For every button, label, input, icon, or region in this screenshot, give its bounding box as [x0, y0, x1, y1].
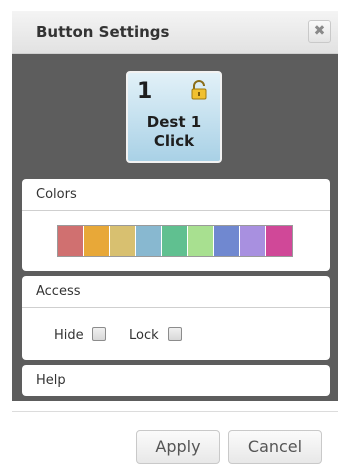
color-swatch-9[interactable] [266, 226, 292, 256]
close-icon: ✖ [313, 23, 326, 39]
color-swatch-7[interactable] [214, 226, 240, 256]
color-swatch-3[interactable] [110, 226, 136, 256]
apply-button[interactable]: Apply [136, 430, 220, 464]
hide-label: Hide [54, 328, 84, 343]
help-section: Help [22, 365, 330, 396]
button-preview[interactable]: 1 Dest 1 Click [126, 71, 222, 163]
color-swatch-8[interactable] [240, 226, 266, 256]
hide-checkbox[interactable] [92, 327, 106, 341]
color-swatch-4[interactable] [136, 226, 162, 256]
access-header[interactable]: Access [22, 276, 330, 308]
preview-number: 1 [137, 79, 153, 104]
color-swatch-5[interactable] [162, 226, 188, 256]
dialog-body: 1 Dest 1 Click Colors Access Hide Lock H… [12, 54, 338, 401]
preview-label: Dest 1 Click [146, 113, 202, 150]
color-palette [57, 225, 293, 257]
footer-divider [12, 411, 338, 412]
close-button[interactable]: ✖ [308, 20, 331, 43]
lock-label: Lock [129, 328, 159, 343]
color-swatch-2[interactable] [84, 226, 110, 256]
color-swatch-6[interactable] [188, 226, 214, 256]
dialog-title: Button Settings [36, 23, 170, 41]
color-swatch-1[interactable] [58, 226, 84, 256]
cancel-button[interactable]: Cancel [228, 430, 322, 464]
colors-section: Colors [22, 179, 330, 271]
help-header[interactable]: Help [22, 365, 330, 397]
lock-icon [191, 80, 207, 100]
access-section: Access Hide Lock [22, 276, 330, 360]
button-settings-dialog: Button Settings ✖ 1 Dest 1 Click Colors … [0, 0, 341, 464]
dialog-titlebar: Button Settings ✖ [12, 11, 338, 54]
colors-header[interactable]: Colors [22, 179, 330, 211]
lock-checkbox[interactable] [168, 327, 182, 341]
access-options: Hide Lock [22, 326, 330, 346]
